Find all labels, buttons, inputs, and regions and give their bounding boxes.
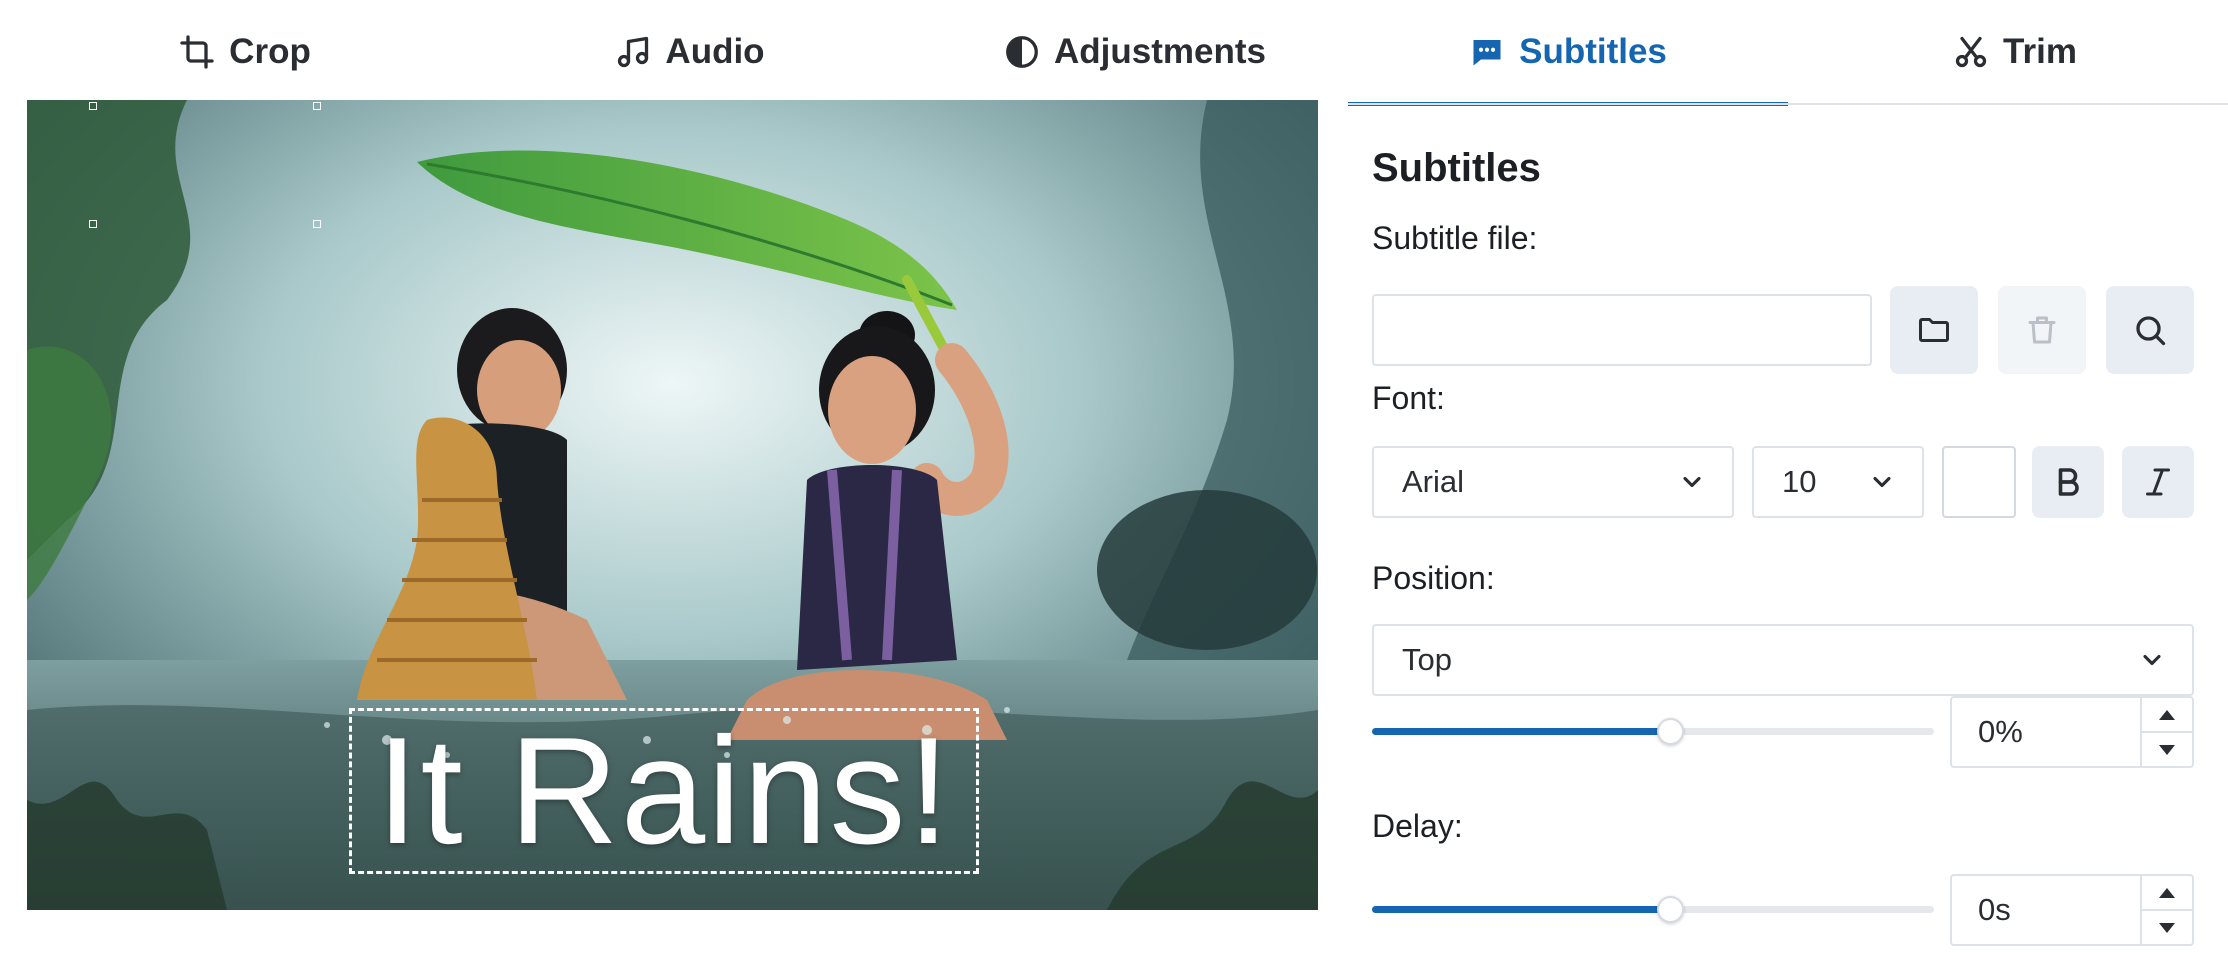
font-family-value: Arial — [1402, 464, 1465, 499]
bold-icon — [2058, 468, 2079, 496]
font-color-swatch[interactable] — [1942, 446, 2016, 518]
tab-label: Crop — [229, 32, 311, 71]
increment-button[interactable] — [2142, 876, 2192, 909]
italic-button[interactable] — [2122, 446, 2194, 518]
decrement-button[interactable] — [2142, 909, 2192, 944]
chevron-down-icon — [2143, 654, 2161, 666]
slider-fill — [1372, 728, 1670, 735]
folder-icon — [1919, 318, 1949, 342]
font-family-select[interactable]: Arial — [1372, 446, 1734, 518]
search-icon — [2136, 316, 2166, 346]
panel-title: Subtitles — [1372, 146, 1541, 190]
font-size-select[interactable]: 10 — [1752, 446, 1924, 518]
stepper-arrows — [2140, 876, 2192, 944]
delay-slider[interactable] — [1372, 894, 1934, 924]
subtitle-text: It Rains! — [376, 706, 952, 876]
position-offset-stepper[interactable]: 0% — [1950, 696, 2194, 768]
slider-thumb[interactable] — [1656, 718, 1684, 745]
trash-icon — [2028, 316, 2056, 344]
crop-handle[interactable] — [89, 220, 97, 228]
position-slider[interactable] — [1372, 716, 1934, 746]
tab-label: Trim — [2003, 32, 2077, 71]
delete-file-button[interactable] — [1998, 286, 2086, 374]
open-file-button[interactable] — [1890, 286, 1978, 374]
crop-handle[interactable] — [313, 102, 321, 110]
slider-thumb[interactable] — [1656, 896, 1684, 923]
tab-audio[interactable]: Audio — [580, 0, 800, 104]
caret-down-icon — [2159, 922, 2175, 933]
subtitle-file-input[interactable] — [1372, 294, 1872, 366]
chat-bubble-icon — [1473, 40, 1501, 66]
tab-trim[interactable]: Trim — [1930, 0, 2100, 104]
tab-label: Audio — [665, 32, 765, 71]
font-size-value: 10 — [1782, 464, 1817, 499]
caret-up-icon — [2159, 887, 2175, 898]
position-label: Position: — [1372, 560, 1495, 596]
crop-handle[interactable] — [89, 102, 97, 110]
preview-file-button[interactable] — [2106, 286, 2194, 374]
music-note-icon — [618, 36, 649, 68]
video-editor: Crop Audio Adjustments Subtitles Trim It… — [0, 0, 2228, 966]
tab-adjustments[interactable]: Adjustments — [990, 0, 1280, 104]
stepper-arrows — [2140, 698, 2192, 766]
crop-handle[interactable] — [313, 220, 321, 228]
increment-button[interactable] — [2142, 698, 2192, 731]
tab-crop[interactable]: Crop — [130, 0, 360, 104]
chevron-down-icon — [1873, 476, 1891, 488]
bold-button[interactable] — [2032, 446, 2104, 518]
position-select[interactable]: Top — [1372, 624, 2194, 696]
subtitle-overlay[interactable]: It Rains! — [349, 708, 979, 874]
delay-stepper[interactable]: 0s — [1950, 874, 2194, 946]
contrast-icon — [1006, 36, 1038, 68]
caret-down-icon — [2159, 744, 2175, 755]
delay-label: Delay: — [1372, 808, 1463, 844]
crop-icon — [180, 35, 214, 69]
tab-bar: Crop Audio Adjustments Subtitles Trim — [0, 0, 2228, 106]
subtitles-panel: Subtitles Subtitle file: Font: Arial 10 — [1372, 104, 2194, 966]
tab-subtitles[interactable]: Subtitles — [1348, 0, 1788, 106]
delay-value: 0s — [1978, 892, 2011, 927]
italic-icon — [2146, 468, 2170, 496]
decrement-button[interactable] — [2142, 731, 2192, 766]
slider-fill — [1372, 906, 1670, 913]
caret-up-icon — [2159, 709, 2175, 720]
chevron-down-icon — [1683, 476, 1701, 488]
position-offset-value: 0% — [1978, 714, 2023, 749]
subtitle-file-label: Subtitle file: — [1372, 220, 1538, 256]
font-label: Font: — [1372, 380, 1445, 416]
scissors-icon — [1955, 36, 1987, 68]
video-preview: It Rains! — [27, 100, 1318, 910]
position-value: Top — [1402, 642, 1452, 677]
tab-label: Subtitles — [1519, 32, 1667, 71]
tab-label: Adjustments — [1054, 32, 1266, 71]
